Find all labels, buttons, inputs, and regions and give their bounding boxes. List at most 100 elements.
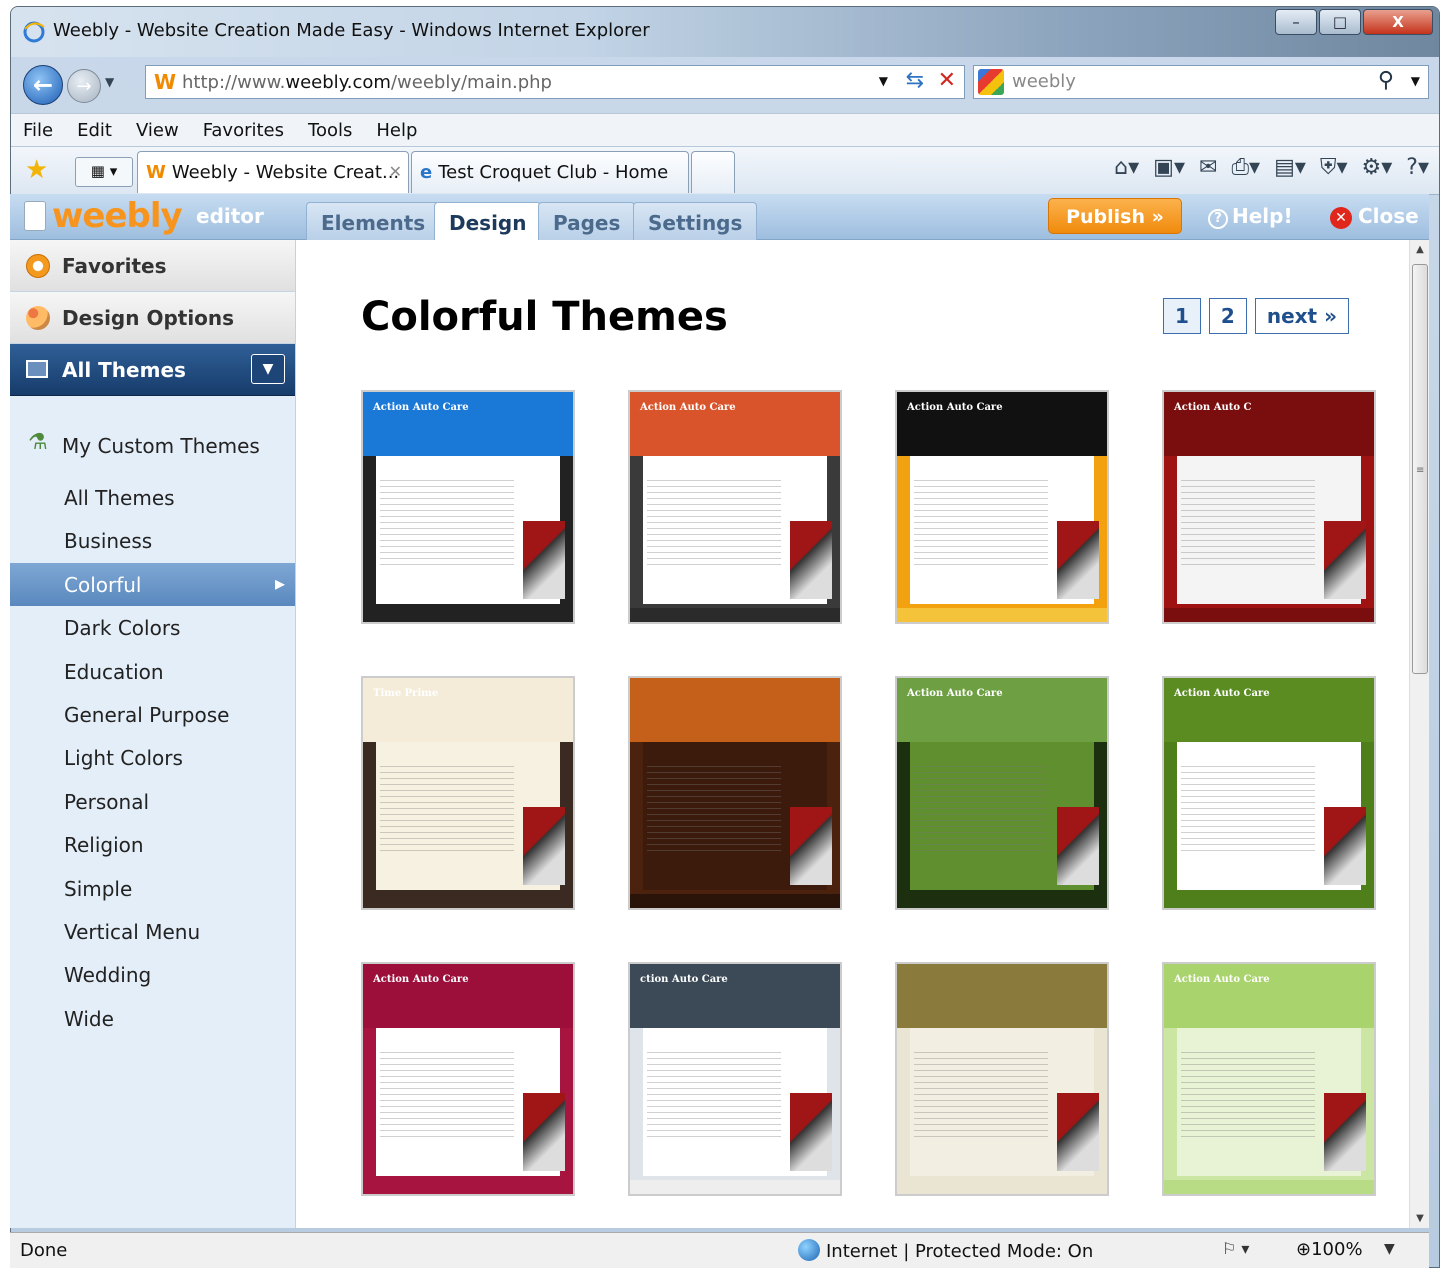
- menu-edit[interactable]: Edit: [65, 114, 124, 146]
- theme-thumbnail[interactable]: Time Prime: [361, 676, 575, 910]
- home-icon[interactable]: ⌂▾: [1114, 155, 1139, 180]
- thumb-footer: [897, 608, 1107, 622]
- status-text: Done: [20, 1240, 68, 1261]
- close-editor-button[interactable]: ✕ Close: [1330, 204, 1419, 229]
- new-tab-button[interactable]: [691, 151, 735, 193]
- print-icon[interactable]: ⎙▾: [1231, 155, 1260, 180]
- tools-gear-icon[interactable]: ⚙▾: [1362, 155, 1393, 180]
- thumb-header: [897, 964, 1107, 1029]
- tab-settings[interactable]: Settings: [633, 202, 758, 240]
- category-all-themes[interactable]: All Themes: [10, 476, 295, 519]
- menu-file[interactable]: File: [11, 114, 65, 146]
- page-1-button[interactable]: 1: [1163, 298, 1201, 334]
- tab-pages[interactable]: Pages: [538, 202, 636, 240]
- close-window-button[interactable]: X: [1363, 9, 1433, 35]
- search-magnifier-icon[interactable]: ⚲: [1378, 68, 1394, 93]
- forward-button[interactable]: →: [67, 69, 101, 103]
- category-education[interactable]: Education: [10, 650, 295, 693]
- page-icon[interactable]: ▤▾: [1274, 155, 1306, 180]
- url-dropdown-icon[interactable]: ▼: [879, 74, 888, 88]
- category-personal[interactable]: Personal: [10, 780, 295, 823]
- thumb-photo: [1056, 806, 1099, 885]
- chevron-down-icon[interactable]: ▼: [251, 354, 285, 384]
- weebly-logo: weebly: [24, 196, 183, 236]
- browser-tab-croquet[interactable]: e Test Croquet Club - Home: [411, 151, 689, 193]
- thumb-photo: [522, 520, 565, 599]
- category-religion[interactable]: Religion: [10, 823, 295, 866]
- thumb-footer: [630, 1180, 840, 1194]
- theme-thumbnail[interactable]: Action Auto Care: [1162, 962, 1376, 1196]
- favorites-icon: [26, 254, 50, 278]
- history-dropdown-icon[interactable]: ▼: [105, 75, 114, 89]
- category-wedding[interactable]: Wedding: [10, 953, 295, 996]
- tab-bar: ★ ▦ ▾ W Weebly - Website Creat... ✕ e Test…: [11, 147, 1439, 195]
- protected-mode-icon[interactable]: ⚐ ▾: [1222, 1239, 1249, 1258]
- theme-thumbnail[interactable]: Action Auto C: [1162, 390, 1376, 624]
- safety-icon[interactable]: ⛨▾: [1320, 155, 1348, 180]
- menu-favorites[interactable]: Favorites: [191, 114, 296, 146]
- close-tab-icon[interactable]: ✕: [389, 162, 402, 181]
- thumb-site-title: Action Auto Care: [1174, 974, 1270, 985]
- thumb-text-lines: [1180, 760, 1316, 853]
- url-field[interactable]: W http://www.weebly.com/weebly/main.php …: [145, 65, 965, 99]
- search-dropdown-icon[interactable]: ▼: [1411, 74, 1420, 88]
- minimize-button[interactable]: –: [1275, 9, 1317, 35]
- search-field[interactable]: weebly ⚲ ▼: [973, 65, 1429, 99]
- thumb-footer: [897, 1180, 1107, 1194]
- zoom-level[interactable]: ⊕100%: [1296, 1239, 1363, 1260]
- theme-thumbnail[interactable]: Action Auto Care: [1162, 676, 1376, 910]
- category-business[interactable]: Business: [10, 519, 295, 562]
- page-2-button[interactable]: 2: [1208, 298, 1247, 334]
- theme-thumbnail[interactable]: Action Auto Care: [895, 676, 1109, 910]
- theme-thumbnail[interactable]: Action Auto Care: [895, 390, 1109, 624]
- menu-help[interactable]: Help: [364, 114, 429, 146]
- theme-thumbnail[interactable]: Action Auto Care: [361, 390, 575, 624]
- categories: All ThemesBusinessColorfulDark ColorsEdu…: [10, 476, 295, 1040]
- theme-thumbnail[interactable]: ction Auto Care: [628, 962, 842, 1196]
- thumb-text-lines: [379, 760, 515, 853]
- category-general-purpose[interactable]: General Purpose: [10, 693, 295, 736]
- zoom-dropdown-icon[interactable]: ▼: [1384, 1241, 1395, 1257]
- next-page-button[interactable]: next »: [1254, 298, 1349, 334]
- stop-icon[interactable]: ✕: [938, 68, 956, 93]
- scroll-thumb[interactable]: ≡: [1412, 264, 1428, 674]
- category-colorful[interactable]: Colorful: [10, 562, 295, 607]
- help-icon[interactable]: ?▾: [1406, 155, 1429, 180]
- vertical-scrollbar[interactable]: ▲ ≡ ▼: [1409, 240, 1429, 1228]
- publish-button[interactable]: Publish »: [1048, 198, 1182, 234]
- scroll-down-icon[interactable]: ▼: [1412, 1213, 1428, 1224]
- category-light-colors[interactable]: Light Colors: [10, 736, 295, 779]
- thumb-footer: [630, 894, 840, 908]
- theme-thumbnail[interactable]: Action Auto Care: [628, 390, 842, 624]
- themes-panel: Colorful Themes 1 2 next » Action Auto C…: [297, 240, 1409, 1228]
- feeds-icon[interactable]: ▣▾: [1153, 155, 1185, 180]
- back-button[interactable]: ←: [23, 65, 63, 105]
- category-wide[interactable]: Wide: [10, 997, 295, 1040]
- my-custom-themes-link[interactable]: ⚗ My Custom Themes: [10, 406, 295, 476]
- menu-tools[interactable]: Tools: [296, 114, 364, 146]
- favorites-star-icon[interactable]: ★: [25, 155, 48, 185]
- tab-design[interactable]: Design: [434, 202, 542, 242]
- menu-view[interactable]: View: [124, 114, 191, 146]
- security-zone[interactable]: Internet | Protected Mode: On: [798, 1239, 1093, 1262]
- editor-label: editor: [196, 204, 264, 228]
- refresh-icon[interactable]: ⇆: [906, 68, 924, 93]
- maximize-button[interactable]: □: [1319, 9, 1361, 35]
- help-button[interactable]: ? Help!: [1208, 204, 1293, 229]
- theme-thumbnail[interactable]: [628, 676, 842, 910]
- browser-tab-weebly[interactable]: W Weebly - Website Creat... ✕: [137, 151, 409, 193]
- scroll-up-icon[interactable]: ▲: [1412, 244, 1428, 255]
- theme-thumbnail[interactable]: Action Auto Care: [361, 962, 575, 1196]
- category-vertical-menu[interactable]: Vertical Menu: [10, 910, 295, 953]
- favorites-section[interactable]: Favorites: [10, 240, 295, 292]
- quick-tabs-button[interactable]: ▦ ▾: [75, 157, 133, 187]
- category-dark-colors[interactable]: Dark Colors: [10, 606, 295, 649]
- all-themes-section[interactable]: All Themes ▼: [10, 344, 295, 396]
- theme-thumbnail[interactable]: [895, 962, 1109, 1196]
- tab-elements[interactable]: Elements: [306, 202, 441, 240]
- ie-logo-icon: [23, 21, 45, 43]
- mail-icon[interactable]: ✉: [1199, 155, 1217, 180]
- design-options-section[interactable]: Design Options: [10, 292, 295, 344]
- url-text: http://www.weebly.com/weebly/main.php: [182, 72, 552, 93]
- category-simple[interactable]: Simple: [10, 867, 295, 910]
